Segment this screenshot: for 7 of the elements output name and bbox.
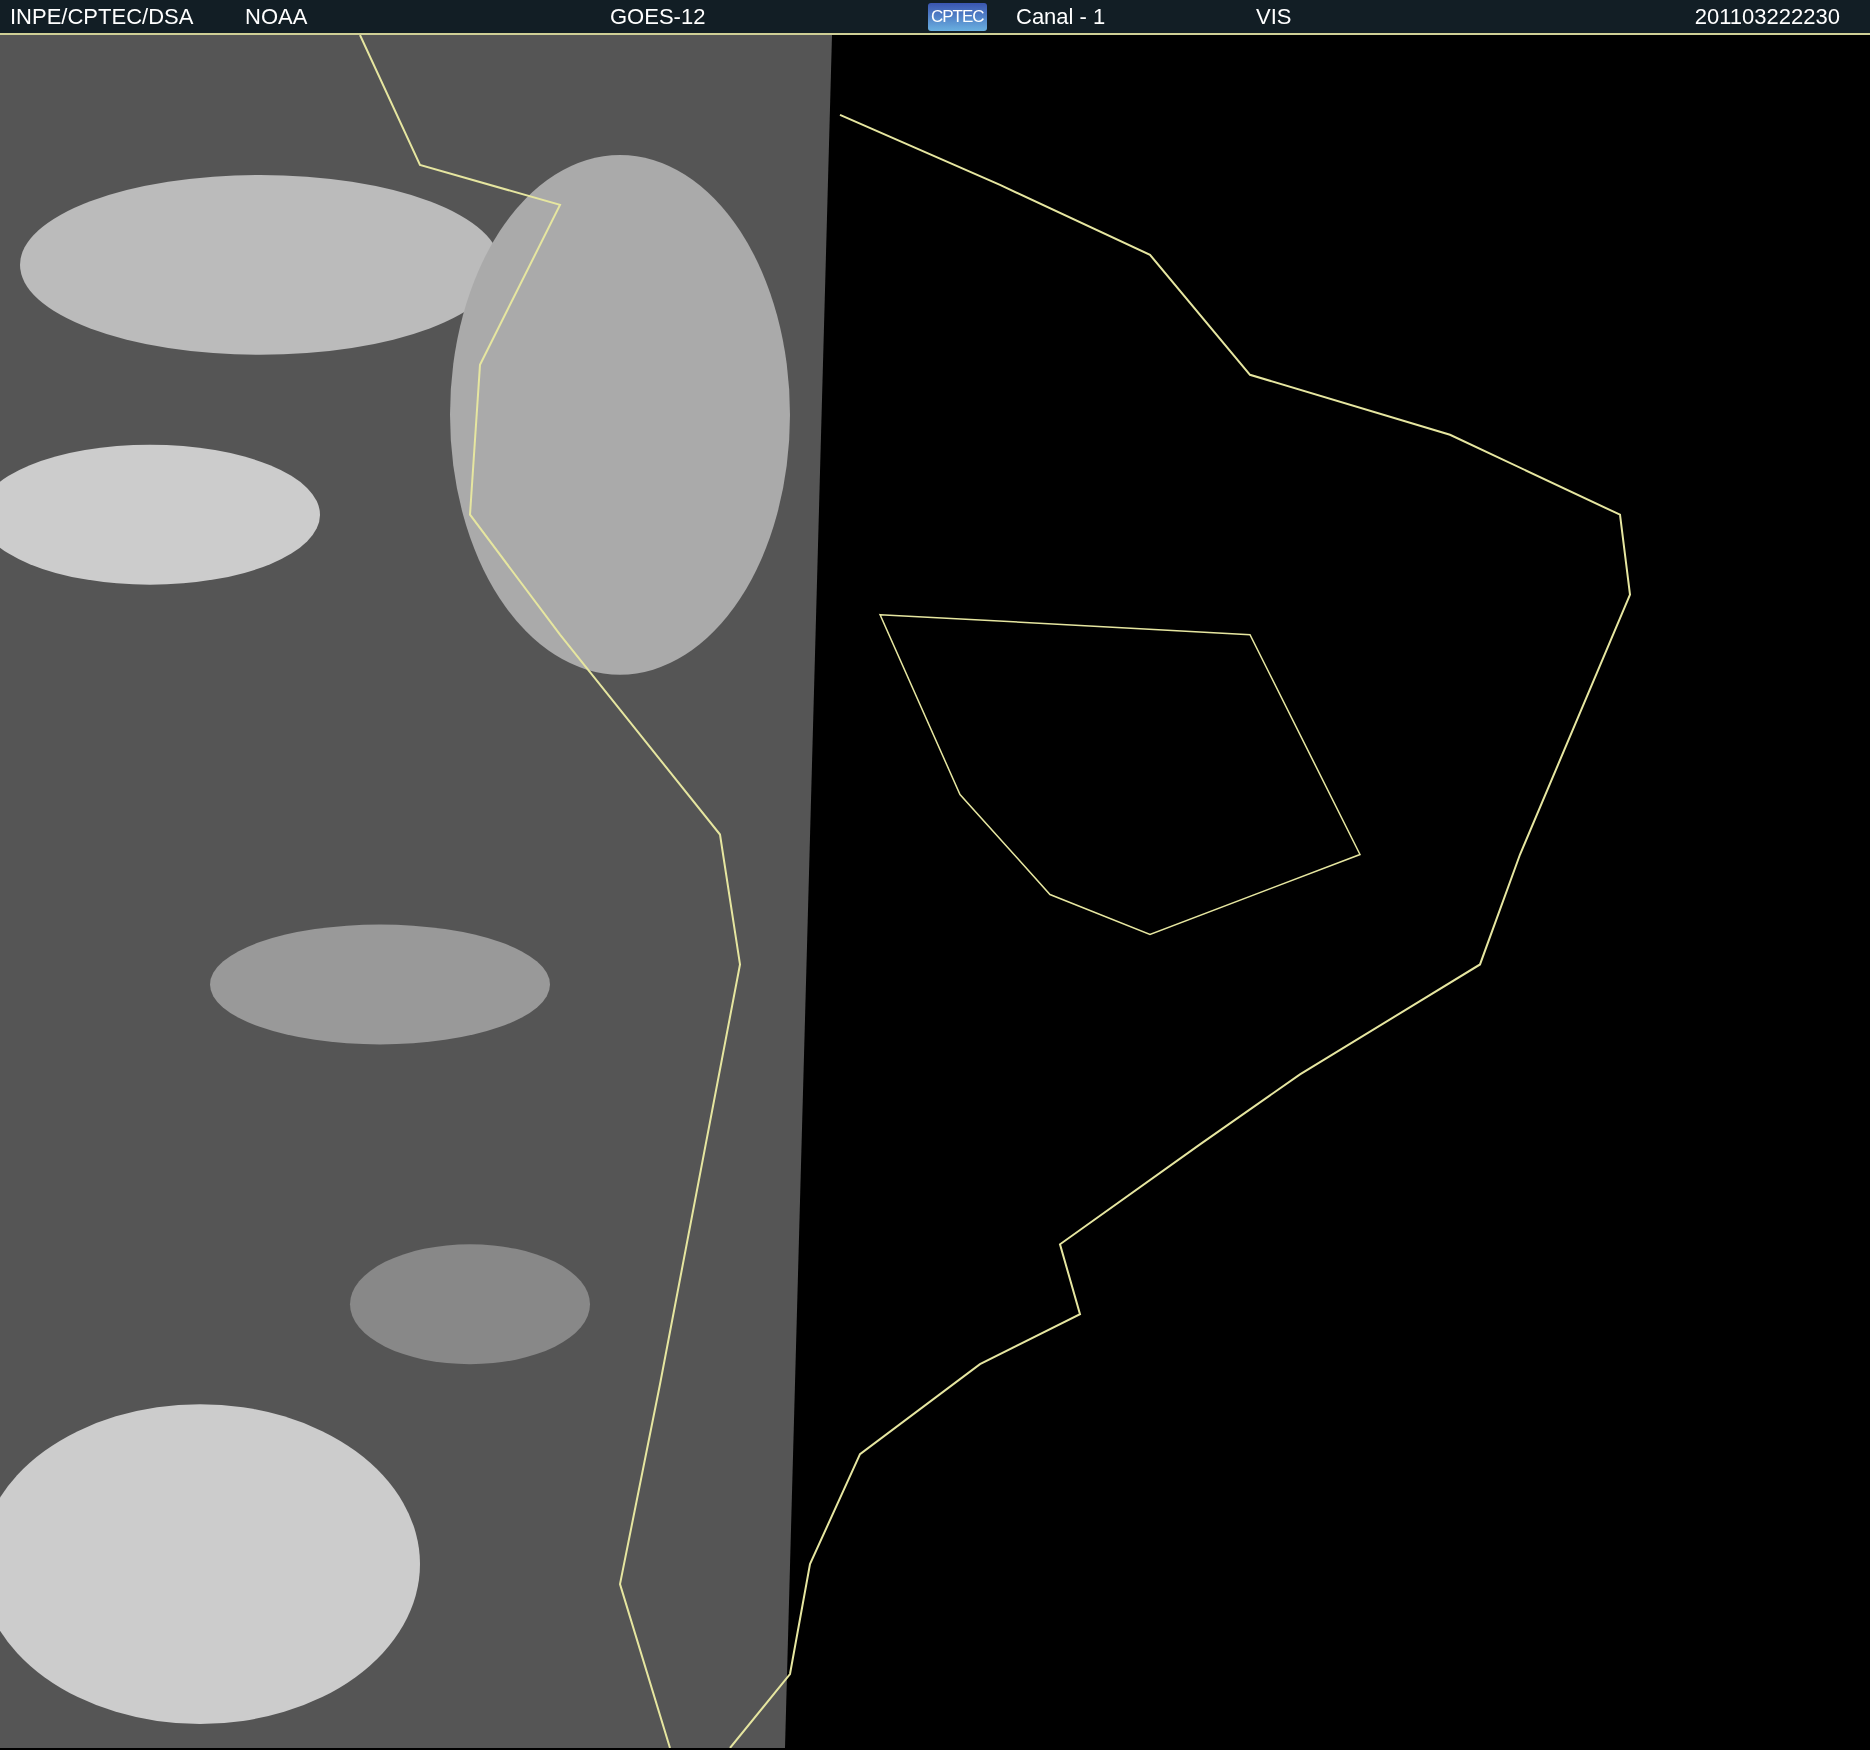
header-label: VIS	[1256, 3, 1292, 29]
header-label: NOAA	[245, 3, 308, 29]
header-label: GOES-12	[610, 3, 706, 29]
logo: CPTEC	[928, 2, 987, 31]
header-label: INPE/CPTEC/DSA	[10, 3, 194, 29]
header-label: 201103222230	[1694, 3, 1840, 29]
header-label: Canal - 1	[1016, 3, 1106, 29]
